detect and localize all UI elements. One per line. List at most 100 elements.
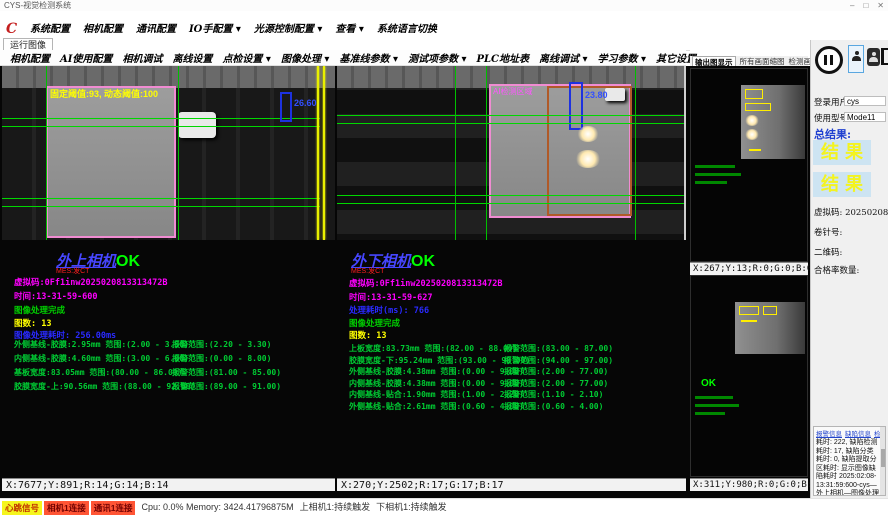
log-text: 耗时: 222, 缺陷检测耗时: 17, 缺陷分类耗时: 0, 缺陷提取分区耗时… [814, 438, 885, 496]
thumb2-coords-readout: X:311;Y:980;R:0;G:0;B:0 [690, 478, 808, 491]
baseline-vline [46, 66, 47, 240]
camera-bottom-trigger-status: 下相机1:持续触发 [376, 501, 447, 514]
menu-item[interactable]: 光源控制配置 ▾ [254, 23, 323, 37]
menu-item[interactable]: IO手配置 ▾ [189, 23, 241, 37]
baseline-vline [486, 66, 487, 240]
alarm: 报警范围:(81.00 - 85.00) [172, 367, 281, 378]
camera-panel-outer-upper: 固定阈值:93, 动态阈值:100 26.60 外上相机OK MES:发CT 虚… [2, 66, 335, 498]
maximize-button[interactable]: □ [863, 0, 868, 11]
barcode-line: 虚拟码:0Ff1inw2025020813313472B [349, 277, 502, 289]
status-badges: 心跳信号相机1连接通讯1连接 [2, 501, 135, 515]
baseline-hline [2, 118, 320, 119]
window-title: CYS-视觉检测系统 [4, 1, 71, 10]
time-line: 时间:13-31-59-600 [14, 290, 98, 302]
camera-image-outer-lower[interactable]: AI检测区域 23.80 [337, 66, 686, 240]
barcode-value: 20250208 [845, 208, 888, 218]
baseline-hline [337, 123, 686, 124]
toolbar-item[interactable]: 离线调试 ▾ [539, 50, 588, 65]
toolbar: 相机配置 AI使用配置相机调试离线设置点检设置 ▾ 图像处理 ▾ 基准线参数 ▾ 测试项… [0, 50, 686, 66]
toolbar-item[interactable]: 测试项参数 ▾ [408, 50, 467, 65]
camera-top-trigger-status: 上相机1:持续触发 [300, 501, 371, 514]
login-user-field[interactable]: cys [844, 96, 886, 106]
measure-callout-box [280, 92, 292, 122]
baseline-hline [337, 195, 686, 196]
model-field[interactable]: Mode11 [844, 112, 886, 122]
process-status-line: 图像处理完成 [349, 317, 400, 329]
measure-callout-value: 26.60 [294, 98, 317, 108]
measure: 外侧基线-胶膜:4.38mm 范围:(0.00 - 9.00) [349, 366, 524, 377]
result-ok: OK [116, 253, 140, 270]
menu-item[interactable]: 相机配置 [83, 23, 123, 37]
defect-box [763, 306, 777, 315]
needle-label: 卷针号: [814, 226, 842, 238]
ai-region-label: AI检测区域 [493, 86, 533, 97]
overlay-mark [741, 320, 757, 322]
defect-box [745, 103, 771, 111]
measure-callout-value: 23.80 [585, 90, 608, 100]
minimize-button[interactable]: – [850, 0, 854, 11]
menu-item[interactable]: 系统配置 [30, 23, 70, 37]
elapsed-line: 处理耗时(ms): 766 [349, 304, 429, 316]
barcode-line: 虚拟码:0Ff1inw2025020813313472B [14, 276, 167, 288]
app-logo-icon: C [6, 21, 17, 37]
edge-marker-line [323, 66, 325, 240]
pause-button[interactable] [815, 46, 843, 74]
toolbar-item[interactable]: 相机配置 [10, 50, 50, 65]
barcode-label: 虚拟码: 20250208 [814, 206, 888, 218]
status-bar: 心跳信号相机1连接通讯1连接 Cpu: 0.0% Memory: 3424.41… [0, 498, 888, 522]
result-badge: 结果 [813, 172, 871, 197]
baseline-vline [178, 66, 179, 240]
mes-status: MES:发CT [56, 266, 89, 276]
thumbnail-view-1[interactable] [690, 68, 808, 262]
alarm: 报警范围:(0.00 - 8.00) [172, 353, 271, 364]
alarm: 报警范围:(2.00 - 77.00) [504, 378, 608, 389]
threshold-overlay-text: 固定阈值:93, 动态阈值:100 [50, 87, 158, 100]
toolbar-item[interactable]: 图像处理 ▾ [281, 50, 330, 65]
alarm: 报警范围:(94.00 - 97.00) [504, 355, 613, 366]
log-scrollbar[interactable] [880, 427, 885, 495]
toolbar-item[interactable]: 点检设置 ▾ [222, 50, 271, 65]
person-icon [869, 52, 878, 61]
toolbar-item[interactable]: 相机调试 [122, 50, 162, 65]
camera-panel-outer-lower: AI检测区域 23.80 外下相机OK MES:发CT 虚拟码:0Ff1inw2… [337, 66, 686, 498]
toolbar-item[interactable]: 学习参数 ▾ [598, 50, 647, 65]
result-badge: 结果 [813, 140, 871, 165]
toolbar-item[interactable]: AI使用配置 [60, 50, 112, 65]
operator-button[interactable] [867, 48, 880, 66]
toolbar-item[interactable]: 离线设置 [172, 50, 212, 65]
close-button[interactable]: ✕ [877, 0, 884, 11]
baseline-hline [337, 115, 686, 116]
alarm: 报警范围:(1.10 - 2.10) [504, 389, 603, 400]
cpu-memory-readout: Cpu: 0.0% Memory: 3424.41796875M [141, 501, 293, 514]
frame-count-line: 图数: 13 [14, 317, 51, 329]
edge-marker-line [317, 66, 319, 240]
alarm: 报警范围:(2.00 - 77.00) [504, 366, 608, 377]
menu-item[interactable]: 查看 ▾ [335, 23, 364, 37]
toolbar-item[interactable]: PLC地址表 [477, 50, 530, 65]
log-box[interactable]: 报警信息缺陷信息检测信息 耗时: 222, 缺陷检测耗时: 17, 缺陷分类耗时… [813, 426, 886, 496]
alarm: 报警范围:(89.00 - 91.00) [172, 381, 281, 392]
result-ok: OK [411, 253, 435, 270]
thumb-ok-text: OK [701, 378, 716, 389]
camera-image-outer-upper[interactable]: 固定阈值:93, 动态阈值:100 26.60 [2, 66, 335, 240]
total-result-list: 结果结果 [813, 140, 871, 197]
menu-item[interactable]: 通讯配置 [136, 23, 176, 37]
app-window: CYS-视觉检测系统 – □ ✕ C 系统配置相机配置通讯配置IO手配置 ▾光源… [0, 0, 888, 522]
log-tab[interactable]: 缺陷信息 [845, 428, 871, 438]
baseline-vline [455, 66, 456, 240]
menu-bar: C 系统配置相机配置通讯配置 IO手配置 ▾ 光源控制配置 ▾ 查看 ▾ 系统语言切换 [0, 23, 888, 37]
toolbar-item[interactable]: 基准线参数 ▾ [339, 50, 398, 65]
info-text-line [695, 165, 735, 168]
defect-box [745, 89, 763, 99]
baseline-vline [635, 66, 636, 240]
log-tab[interactable]: 报警信息 [816, 428, 842, 438]
logout-door-icon[interactable] [881, 48, 888, 65]
baseline-hline [2, 198, 320, 199]
measure: 外侧基线-胶膜:2.95mm 范围:(2.00 - 3.50) [14, 339, 189, 350]
menu-item[interactable]: 系统语言切换 [377, 23, 437, 37]
user-button[interactable] [848, 45, 864, 73]
machine-rail [2, 66, 335, 88]
thumbnail-view-2[interactable]: OK [690, 275, 808, 477]
defect-box [739, 306, 759, 315]
alarm: 报警范围:(2.20 - 3.30) [172, 339, 271, 350]
